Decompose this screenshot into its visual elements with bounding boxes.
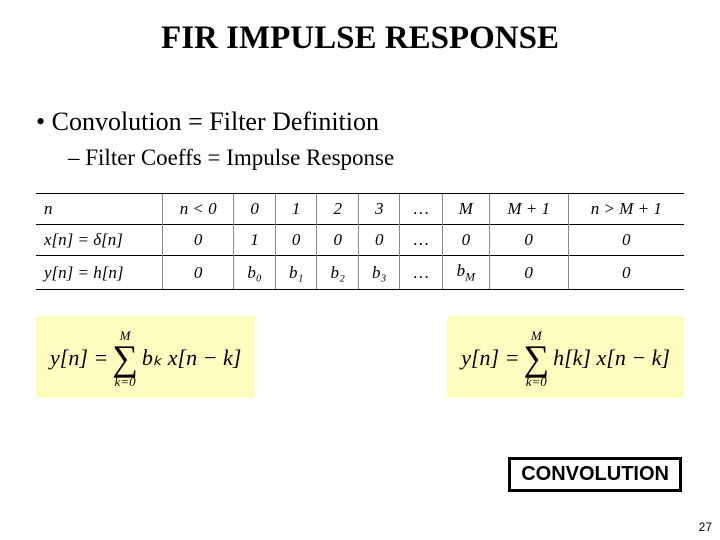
cell: 0 [489, 225, 568, 256]
cell: … [400, 194, 442, 225]
eq-lhs: y[n] = [50, 345, 108, 371]
table-row: x[n] = δ[n] 0 1 0 0 0 … 0 0 0 [36, 225, 684, 256]
eq-rhs: bₖ x[n − k] [142, 345, 241, 371]
row-label: x[n] = δ[n] [36, 225, 163, 256]
cell: M + 1 [489, 194, 568, 225]
cell: M [442, 194, 489, 225]
cell: 0 [489, 256, 568, 290]
table-row: n n < 0 0 1 2 3 … M M + 1 n > M + 1 [36, 194, 684, 225]
cell: n > M + 1 [568, 194, 684, 225]
cell: n < 0 [163, 194, 234, 225]
row-label: y[n] = h[n] [36, 256, 163, 290]
cell: 0 [163, 256, 234, 290]
slide-title: FIR IMPULSE RESPONSE [36, 20, 684, 57]
sigma-icon: M ∑ k=0 [523, 329, 549, 387]
cell: bM [442, 256, 489, 290]
cell: … [400, 256, 442, 290]
bullet-level2: Filter Coeffs = Impulse Response [68, 145, 684, 171]
cell: 2 [317, 194, 359, 225]
cell: 0 [234, 194, 276, 225]
cell: 0 [568, 225, 684, 256]
equation-bk: y[n] = M ∑ k=0 bₖ x[n − k] [36, 316, 255, 398]
cell: b₀ [234, 256, 276, 290]
sum-lower: k=0 [115, 375, 136, 388]
bullet-level1: Convolution = Filter Definition [36, 107, 684, 137]
cell: 0 [163, 225, 234, 256]
sigma-icon: M ∑ k=0 [112, 329, 138, 387]
convolution-label: CONVOLUTION [508, 457, 682, 492]
row-label: n [36, 194, 163, 225]
cell: 1 [234, 225, 276, 256]
cell: 0 [442, 225, 489, 256]
equation-row: y[n] = M ∑ k=0 bₖ x[n − k] y[n] = M ∑ k=… [36, 316, 684, 398]
sum-lower: k=0 [526, 375, 547, 388]
cell: b₃ [358, 256, 400, 290]
table-row: y[n] = h[n] 0 b₀ b₁ b₂ b₃ … bM 0 0 [36, 256, 684, 290]
page-number: 27 [699, 520, 712, 534]
cell: b₂ [317, 256, 359, 290]
cell: 1 [275, 194, 317, 225]
cell: 0 [275, 225, 317, 256]
cell: 0 [317, 225, 359, 256]
eq-lhs: y[n] = [461, 345, 519, 371]
eq-rhs: h[k] x[n − k] [553, 345, 670, 371]
cell: 0 [568, 256, 684, 290]
equation-hk: y[n] = M ∑ k=0 h[k] x[n − k] [447, 316, 684, 398]
impulse-table: n n < 0 0 1 2 3 … M M + 1 n > M + 1 x[n]… [36, 193, 684, 290]
cell: 3 [358, 194, 400, 225]
cell: 0 [358, 225, 400, 256]
cell: … [400, 225, 442, 256]
cell: b₁ [275, 256, 317, 290]
